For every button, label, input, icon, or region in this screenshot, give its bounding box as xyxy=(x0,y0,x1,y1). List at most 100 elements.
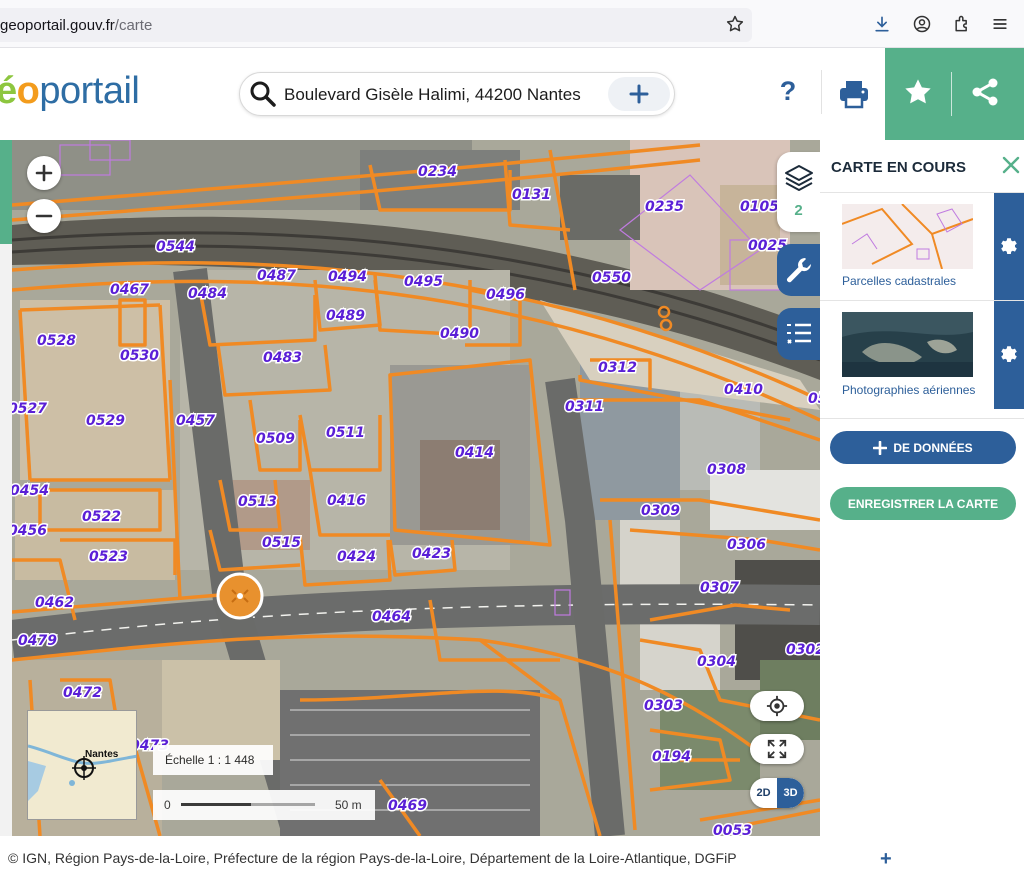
panel-divider xyxy=(820,418,1024,419)
search-input[interactable]: Boulevard Gisèle Halimi, 44200 Nantes xyxy=(284,85,581,105)
parcel-label-0424: 0424 xyxy=(337,549,376,565)
parcel-label-0522: 0522 xyxy=(82,509,121,525)
layer-item-cadastre[interactable]: Parcelles cadastrales xyxy=(820,192,1024,301)
map-left-accent xyxy=(0,140,12,244)
parcel-label-0509: 0509 xyxy=(256,431,295,447)
geoportail-page: geoportail.gouv.fr/carte éoportail Boule… xyxy=(0,0,1024,874)
search-icon[interactable] xyxy=(248,79,278,114)
parcel-label-0496: 0496 xyxy=(486,287,525,303)
parcel-label-0489: 0489 xyxy=(326,308,365,324)
favorites-star-icon[interactable] xyxy=(902,76,934,113)
map-left-edge xyxy=(0,140,12,836)
layer-settings-button[interactable] xyxy=(994,193,1024,301)
scale-ratio-text: Échelle 1 : 1 448 xyxy=(165,753,255,767)
parcel-label-0490: 0490 xyxy=(440,326,479,342)
help-button[interactable]: ? xyxy=(772,76,804,112)
panel-title: CARTE EN COURS xyxy=(831,159,967,176)
print-button[interactable] xyxy=(836,76,872,112)
add-data-label: DE DONNÉES xyxy=(893,440,973,455)
parcel-label-0454: 0454 xyxy=(12,483,49,499)
zoom-in-button[interactable] xyxy=(27,156,61,190)
scale-line xyxy=(181,803,315,806)
parcel-label-0303: 0303 xyxy=(644,698,683,714)
layer-name-aerial: Photographies aériennes xyxy=(842,383,976,397)
account-icon[interactable] xyxy=(912,14,932,34)
browser-toolbar: geoportail.gouv.fr/carte xyxy=(0,0,1024,48)
parcel-label-0307: 0307 xyxy=(700,580,739,596)
favorites-divider xyxy=(951,72,952,116)
attribution-bar: © IGN, Région Pays-de-la-Loire, Préfectu… xyxy=(0,836,1024,874)
layer-item-aerial-photos[interactable]: Photographies aériennes xyxy=(820,300,1024,409)
layer-name-cadastre: Parcelles cadastrales xyxy=(842,274,957,288)
geolocate-button[interactable] xyxy=(750,691,804,721)
download-icon[interactable] xyxy=(872,14,892,34)
parcel-label-0457: 0457 xyxy=(176,413,215,429)
parcel-label-0544: 0544 xyxy=(156,239,195,255)
tools-tab[interactable] xyxy=(777,244,820,296)
parcel-label-0550: 0550 xyxy=(592,270,631,286)
mode-2d-button[interactable]: 2D xyxy=(750,778,777,808)
overview-svg xyxy=(28,711,136,819)
parcel-label-0053: 0053 xyxy=(713,823,752,836)
parcel-label-0529: 0529 xyxy=(86,413,125,429)
scale-bar: 0 50 m xyxy=(153,790,375,820)
overview-city-label: Nantes xyxy=(85,749,119,760)
parcel-label-0511: 0511 xyxy=(326,425,365,441)
parcel-label-0487: 0487 xyxy=(257,268,296,284)
attribution-text: © IGN, Région Pays-de-la-Loire, Préfectu… xyxy=(8,850,737,866)
parcel-label-0494: 0494 xyxy=(328,269,367,285)
search-more-button[interactable] xyxy=(608,77,670,111)
extensions-icon[interactable] xyxy=(952,14,972,34)
layer-settings-button[interactable] xyxy=(994,301,1024,409)
parcel-label-0311: 0311 xyxy=(565,399,604,415)
share-icon[interactable] xyxy=(969,76,1001,113)
url-path: /carte xyxy=(114,17,153,34)
parcel-label-0515: 0515 xyxy=(262,535,301,551)
parcel-label-0469: 0469 xyxy=(388,798,427,814)
parcel-label-0462: 0462 xyxy=(35,595,74,611)
legend-tab[interactable] xyxy=(777,308,820,360)
parcel-label-0306: 0306 xyxy=(727,537,766,553)
parcel-label-0479: 0479 xyxy=(18,633,57,649)
scale-ratio: Échelle 1 : 1 448 xyxy=(153,745,273,775)
wrench-icon xyxy=(783,254,815,291)
attribution-expand-button[interactable]: + xyxy=(880,848,892,871)
parcel-label-0472: 0472 xyxy=(63,685,102,701)
parcel-label-0505: 0505 xyxy=(808,391,820,407)
parcel-label-0530: 0530 xyxy=(120,348,159,364)
overview-map[interactable]: Nantes xyxy=(27,710,137,820)
url-text: geoportail.gouv.fr/carte xyxy=(0,17,152,34)
star-icon[interactable] xyxy=(725,14,745,34)
plus-icon xyxy=(629,84,649,104)
plus-icon xyxy=(873,440,888,455)
parcel-label-0105: 0105 xyxy=(740,199,779,215)
parcel-label-0464: 0464 xyxy=(372,609,411,625)
add-data-button[interactable]: DE DONNÉES xyxy=(830,431,1016,464)
parcel-label-0483: 0483 xyxy=(263,350,302,366)
parcel-label-0302: 0302 xyxy=(786,642,820,658)
parcel-label-0423: 0423 xyxy=(412,546,451,562)
parcel-label-0309: 0309 xyxy=(641,503,680,519)
legend-list-icon xyxy=(783,318,815,355)
menu-icon[interactable] xyxy=(990,14,1010,34)
scale-zero: 0 xyxy=(164,798,171,812)
layers-tab[interactable]: 2 xyxy=(777,152,820,232)
view-mode-toggle[interactable]: 2D 3D xyxy=(750,778,804,808)
minus-icon xyxy=(35,214,53,218)
gear-icon xyxy=(1001,238,1017,254)
zoom-out-button[interactable] xyxy=(27,199,61,233)
geoportail-logo[interactable]: éoportail xyxy=(0,70,140,113)
fullscreen-button[interactable] xyxy=(750,734,804,764)
parcel-label-0467: 0467 xyxy=(110,282,149,298)
address-bar[interactable]: geoportail.gouv.fr/carte xyxy=(0,8,752,42)
favorites-share-panel xyxy=(885,48,1024,140)
close-icon[interactable] xyxy=(1000,154,1022,180)
parcel-label-0312: 0312 xyxy=(598,360,637,376)
crosshair-icon xyxy=(766,695,788,717)
save-map-button[interactable]: ENREGISTRER LA CARTE xyxy=(830,487,1016,520)
parcel-label-0414: 0414 xyxy=(455,445,494,461)
address-search-field[interactable]: Boulevard Gisèle Halimi, 44200 Nantes xyxy=(239,72,675,116)
cadastre-thumbnail xyxy=(842,204,973,269)
layers-panel: CARTE EN COURS Parcelles cadastrales Pho… xyxy=(820,140,1024,836)
parcel-label-0410: 0410 xyxy=(724,382,763,398)
